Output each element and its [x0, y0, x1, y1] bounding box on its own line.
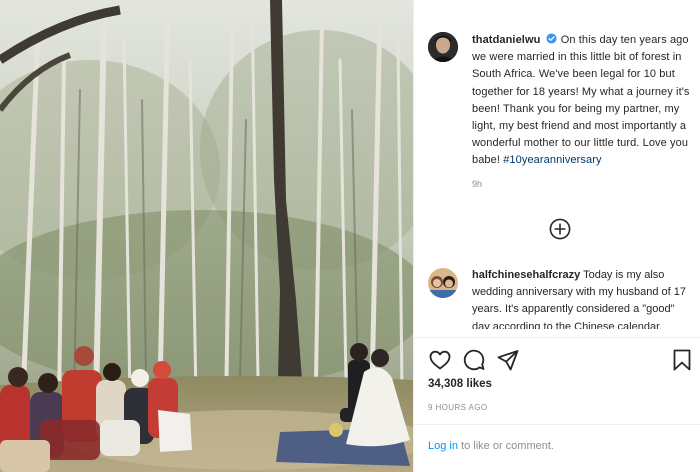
forest-wedding-image [0, 0, 413, 472]
post-action-bar [428, 348, 694, 374]
login-prompt: Log in to like or comment. [428, 440, 554, 452]
post-photo[interactable] [0, 0, 413, 472]
like-button[interactable] [428, 348, 452, 372]
verified-badge-icon [546, 33, 557, 44]
bookmark-icon [673, 349, 691, 371]
author-avatar[interactable] [428, 32, 458, 62]
share-button[interactable] [496, 348, 520, 372]
login-link[interactable]: Log in [428, 440, 458, 452]
post-timestamp: 9 HOURS AGO [428, 403, 488, 412]
comment-body: halfchinesehalfcrazy Today is my also we… [472, 267, 694, 329]
post-caption: thatdanielwu On this day ten years ago w… [428, 32, 694, 189]
like-count[interactable]: 34,308 likes [428, 378, 492, 390]
comment-item: halfchinesehalfcrazy Today is my also we… [428, 267, 694, 329]
comment-bubble-icon [463, 349, 485, 371]
author-username[interactable]: thatdanielwu [472, 34, 540, 46]
heart-icon [429, 350, 451, 370]
caption-hashtag[interactable]: #10yearanniversary [503, 154, 601, 166]
paper-plane-icon [497, 350, 519, 371]
comment-button[interactable] [462, 348, 486, 372]
section-divider [414, 337, 700, 338]
load-more-comments-button[interactable] [549, 218, 571, 240]
caption-text: On this day ten years ago we were marrie… [472, 34, 690, 167]
post-side-panel: thatdanielwu On this day ten years ago w… [413, 0, 700, 472]
commenter-avatar[interactable] [428, 268, 458, 298]
login-prompt-suffix: to like or comment. [461, 440, 554, 452]
caption-body: thatdanielwu On this day ten years ago w… [472, 32, 694, 170]
caption-timestamp: 9h [472, 178, 483, 189]
save-button[interactable] [670, 348, 694, 372]
section-divider [414, 424, 700, 425]
plus-circle-icon [549, 218, 571, 240]
commenter-username[interactable]: halfchinesehalfcrazy [472, 269, 580, 281]
